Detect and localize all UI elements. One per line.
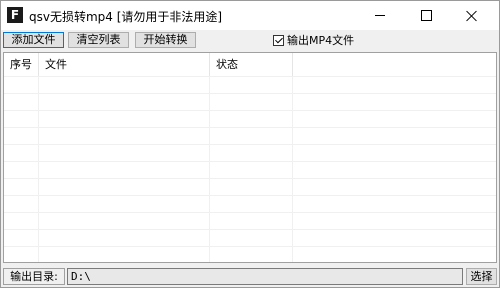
output-mp4-checkbox[interactable] <box>273 34 284 46</box>
start-convert-button[interactable]: 开始转换 <box>135 32 196 48</box>
grid-line <box>4 110 496 111</box>
grid-line <box>4 195 496 196</box>
maximize-icon <box>420 10 432 21</box>
grid-line <box>209 76 210 262</box>
output-dir-field[interactable]: D:\ <box>67 268 463 285</box>
output-mp4-toggle[interactable]: 输出MP4文件 <box>273 33 354 47</box>
close-icon <box>466 10 478 22</box>
title-bar[interactable]: F qsv无损转mp4 [请勿用于非法用途] <box>1 1 499 30</box>
toolbar: 添加文件 清空列表 开始转换 输出MP4文件 <box>1 30 499 50</box>
grid-line <box>4 127 496 128</box>
app-window: F qsv无损转mp4 [请勿用于非法用途] 添加文件 清空列表 开始转换 输出… <box>0 0 500 288</box>
column-header-file[interactable]: 文件 <box>39 53 209 76</box>
minimize-icon <box>375 15 385 16</box>
close-button[interactable] <box>449 1 495 30</box>
minimize-button[interactable] <box>357 1 403 30</box>
output-bar: 输出目录: D:\ 选择 <box>1 265 499 287</box>
grid-line <box>4 144 496 145</box>
app-logo-icon: F <box>7 7 23 23</box>
column-header-status[interactable]: 状态 <box>210 53 292 76</box>
grid-line <box>4 76 496 77</box>
grid-line <box>38 76 39 262</box>
column-header-index[interactable]: 序号 <box>4 53 38 76</box>
grid-line <box>4 161 496 162</box>
file-list[interactable]: 序号 文件 状态 <box>3 52 497 263</box>
clear-list-button[interactable]: 清空列表 <box>68 32 129 48</box>
grid-line <box>4 246 496 247</box>
list-header: 序号 文件 状态 <box>4 53 496 76</box>
grid-line <box>4 93 496 94</box>
grid-line <box>4 229 496 230</box>
grid-line <box>4 178 496 179</box>
output-dir-label: 输出目录: <box>3 268 65 285</box>
grid-line <box>292 76 293 262</box>
column-divider[interactable] <box>292 53 293 76</box>
add-file-button[interactable]: 添加文件 <box>3 32 64 48</box>
window-title: qsv无损转mp4 [请勿用于非法用途] <box>29 10 223 24</box>
grid-line <box>4 212 496 213</box>
maximize-button[interactable] <box>403 1 449 30</box>
choose-dir-button[interactable]: 选择 <box>466 268 497 285</box>
output-mp4-label: 输出MP4文件 <box>287 34 355 47</box>
